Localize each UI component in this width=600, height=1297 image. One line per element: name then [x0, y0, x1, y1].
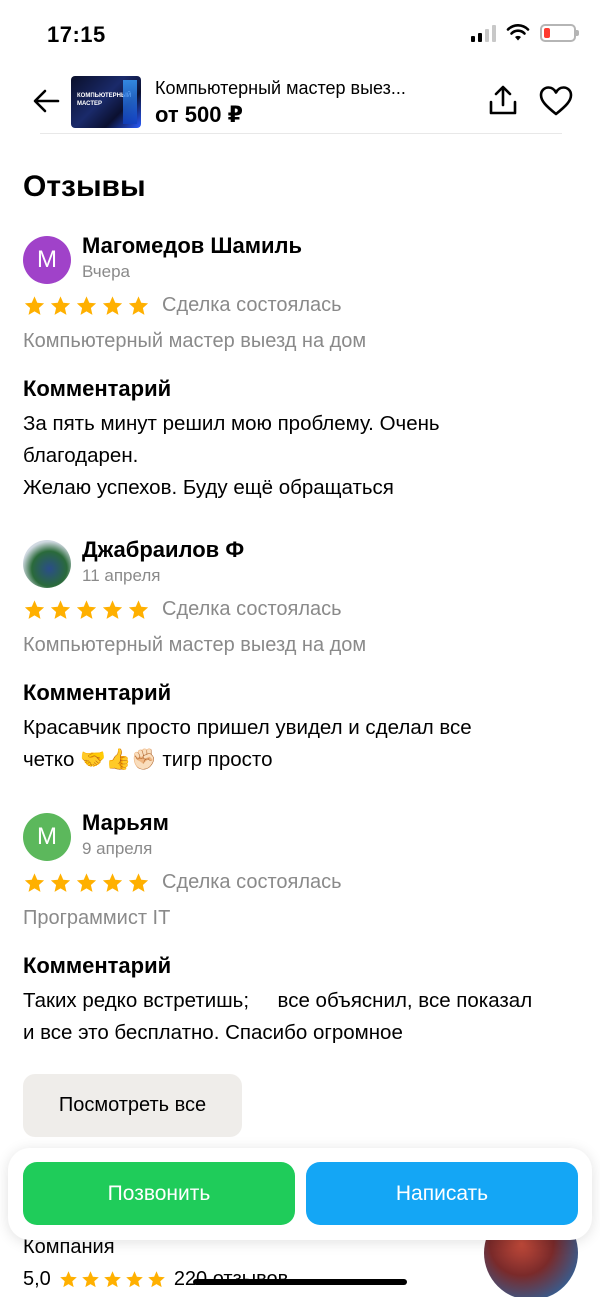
home-indicator[interactable] [193, 1279, 407, 1285]
review-rating: Сделка состоялась [23, 598, 342, 621]
star-icon [102, 599, 123, 619]
deal-status: Сделка состоялась [162, 294, 342, 316]
comment-line: и все это бесплатно. Спасибо огромное [23, 1021, 403, 1044]
view-all-reviews-button[interactable]: Посмотреть все [23, 1074, 242, 1137]
review-rating: Сделка состоялась [23, 294, 342, 317]
status-time: 17:15 [47, 22, 106, 47]
call-button[interactable]: Позвонить [23, 1162, 295, 1225]
reviews-title: Отзывы [23, 170, 146, 203]
deal-status: Сделка состоялась [162, 871, 342, 893]
comment-line: За пять минут решил мою проблему. Очень [23, 412, 440, 435]
review-rating: Сделка состоялась [23, 871, 342, 894]
listing-price: от 500 ₽ [155, 102, 243, 127]
battery-icon [540, 24, 579, 42]
comment-label: Комментарий [23, 953, 172, 978]
listing-title[interactable]: Компьютерный мастер выез... [155, 78, 406, 99]
star-icon [128, 872, 149, 892]
avatar: М [23, 813, 71, 861]
comment-text: Красавчик просто пришел увидел и сделал … [23, 712, 583, 776]
rating-stars [59, 1270, 166, 1289]
wifi-icon [506, 24, 530, 41]
star-icon [50, 872, 71, 892]
star-icon [60, 1271, 77, 1288]
listing-header: КОМПЬЮТЕРНЫЙ МАСТЕР Компьютерный мастер … [0, 70, 600, 134]
share-icon[interactable] [486, 84, 520, 118]
star-icon [24, 599, 45, 619]
review-author: Магомедов Шамиль [82, 233, 303, 258]
star-icon [24, 295, 45, 315]
review-author: Джабраилов Ф [82, 537, 245, 562]
comment-text: За пять минут решил мою проблему. Очень … [23, 408, 583, 504]
listing-thumbnail[interactable]: КОМПЬЮТЕРНЫЙ МАСТЕР [71, 76, 141, 128]
review-date: 9 апреля [82, 839, 153, 858]
review-date: Вчера [82, 262, 130, 281]
rating-stars [23, 872, 150, 894]
status-bar: 17:15 [0, 0, 600, 70]
header-divider [40, 133, 562, 134]
comment-label: Комментарий [23, 376, 172, 401]
star-icon [126, 1271, 143, 1288]
comment-label: Комментарий [23, 680, 172, 705]
status-icons [471, 24, 579, 42]
star-icon [76, 599, 97, 619]
star-icon [148, 1271, 165, 1288]
avatar-letter: М [37, 823, 57, 850]
star-icon [82, 1271, 99, 1288]
star-icon [104, 1271, 121, 1288]
rating-stars [23, 599, 150, 621]
back-arrow-icon[interactable] [30, 84, 64, 118]
comment-line: четко 🤝👍✊🏻 тигр просто [23, 748, 273, 771]
avatar: М [23, 236, 71, 284]
avatar [23, 540, 71, 588]
review-service: Программист IT [23, 907, 171, 929]
star-icon [102, 872, 123, 892]
signal-icon [471, 24, 496, 42]
company-rating-value: 5,0 [23, 1268, 51, 1290]
star-icon [128, 599, 149, 619]
comment-line: Красавчик просто пришел увидел и сделал … [23, 716, 472, 739]
action-panel: Позвонить Написать [8, 1148, 592, 1240]
avatar-letter: М [37, 246, 57, 273]
review-author: Марьям [82, 810, 169, 835]
star-icon [76, 872, 97, 892]
review-service: Компьютерный мастер выезд на дом [23, 330, 367, 352]
comment-text: Таких редко встретишь; все объяснил, все… [23, 985, 583, 1049]
write-message-button[interactable]: Написать [306, 1162, 578, 1225]
heart-icon[interactable] [538, 84, 574, 118]
review-service: Компьютерный мастер выезд на дом [23, 634, 367, 656]
deal-status: Сделка состоялась [162, 598, 342, 620]
star-icon [50, 295, 71, 315]
comment-line: благодарен. [23, 444, 139, 467]
star-icon [102, 295, 123, 315]
comment-line: Таких редко встретишь; все объяснил, все… [23, 989, 533, 1012]
star-icon [50, 599, 71, 619]
star-icon [76, 295, 97, 315]
star-icon [24, 872, 45, 892]
comment-line: Желаю успехов. Буду ещё обращаться [23, 476, 394, 499]
review-date: 11 апреля [82, 566, 161, 585]
star-icon [128, 295, 149, 315]
rating-stars [23, 295, 150, 317]
